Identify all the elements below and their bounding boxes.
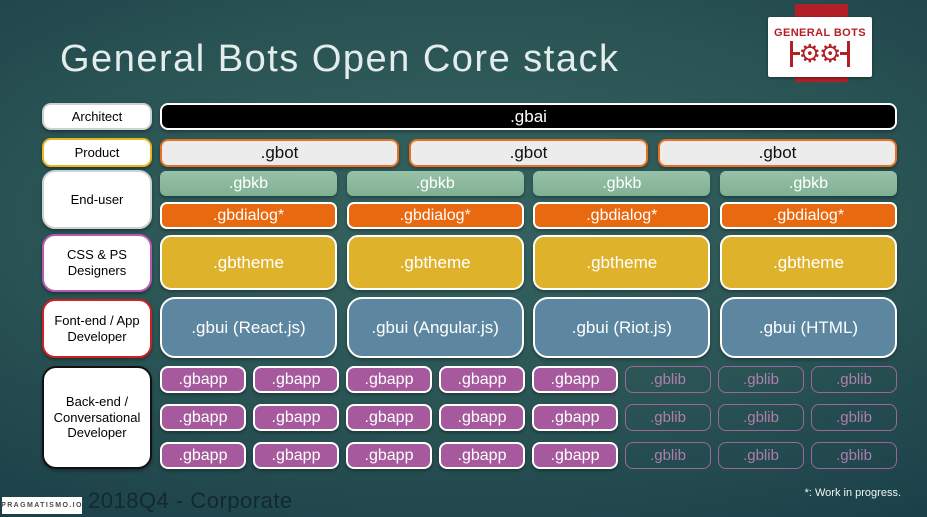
- gbapp-box: .gbapp: [160, 404, 246, 431]
- gbdialog-box: .gbdialog*: [160, 202, 337, 229]
- row-gbkb: .gbkb .gbkb .gbkb .gbkb: [160, 171, 897, 196]
- slide: General Bots Open Core stack GENERAL BOT…: [0, 0, 927, 517]
- gbapp-box: .gbapp: [532, 366, 618, 393]
- gbapp-box: .gbapp: [532, 442, 618, 469]
- gbapp-box: .gbapp: [346, 366, 432, 393]
- row-gbdialog: .gbdialog* .gbdialog* .gbdialog* .gbdial…: [160, 202, 897, 229]
- gbkb-box: .gbkb: [346, 171, 524, 196]
- label-frontend-app-developer: Font-end / App Developer: [42, 299, 152, 358]
- gbot-box: .gbot: [658, 139, 897, 167]
- row-gbapp-2: .gbapp .gbapp .gbapp .gbapp .gbapp .gbli…: [160, 404, 897, 431]
- row-gbapp-3: .gbapp .gbapp .gbapp .gbapp .gbapp .gbli…: [160, 442, 897, 469]
- gbui-riot-box: .gbui (Riot.js): [533, 297, 711, 358]
- gbui-angular-box: .gbui (Angular.js): [346, 297, 524, 358]
- label-product: Product: [42, 138, 152, 167]
- gear-icon: ⚙: [819, 38, 842, 68]
- footer-caption: 2018Q4 - Corporate: [88, 488, 293, 513]
- gears-icon: ⚙ ⚙: [789, 38, 851, 68]
- gbkb-box: .gbkb: [160, 171, 337, 196]
- gbkb-box: .gbkb: [719, 171, 897, 196]
- gbapp-box: .gbapp: [160, 366, 246, 393]
- row-gbui: .gbui (React.js) .gbui (Angular.js) .gbu…: [160, 297, 897, 358]
- gbapp-box: .gbapp: [253, 366, 339, 393]
- gblib-box: .gblib: [625, 366, 711, 393]
- gbai-box: .gbai: [160, 103, 897, 130]
- gbkb-box: .gbkb: [533, 171, 711, 196]
- gbtheme-box: .gbtheme: [346, 235, 524, 290]
- gbapp-box: .gbapp: [439, 442, 525, 469]
- gblib-box: .gblib: [718, 404, 804, 431]
- row-gbtheme: .gbtheme .gbtheme .gbtheme .gbtheme: [160, 235, 897, 290]
- label-backend-conversational-developer: Back-end / Conversational Developer: [42, 366, 152, 469]
- gbapp-box: .gbapp: [532, 404, 618, 431]
- gblib-box: .gblib: [718, 442, 804, 469]
- pragmatismo-logo: PRAGMATISMO.IO: [1, 497, 82, 514]
- gbdialog-box: .gbdialog*: [533, 202, 711, 229]
- gbapp-box: .gbapp: [346, 404, 432, 431]
- row-gbai: .gbai: [160, 103, 897, 130]
- gear-icon: ⚙: [798, 38, 821, 68]
- gbapp-box: .gbapp: [160, 442, 246, 469]
- gbapp-box: .gbapp: [253, 442, 339, 469]
- gblib-box: .gblib: [811, 442, 897, 469]
- gblib-box: .gblib: [811, 404, 897, 431]
- row-gbapp-1: .gbapp .gbapp .gbapp .gbapp .gbapp .gbli…: [160, 366, 897, 393]
- gbtheme-box: .gbtheme: [533, 235, 711, 290]
- gear-line-right: [840, 52, 848, 55]
- gbdialog-box: .gbdialog*: [719, 202, 897, 229]
- gbtheme-box: .gbtheme: [160, 235, 337, 290]
- gbtheme-box: .gbtheme: [719, 235, 897, 290]
- general-bots-logo: GENERAL BOTS ⚙ ⚙: [768, 17, 872, 77]
- logo-brand-text: GENERAL BOTS: [774, 26, 866, 39]
- gbdialog-box: .gbdialog*: [346, 202, 524, 229]
- gblib-box: .gblib: [625, 442, 711, 469]
- gbot-box: .gbot: [409, 139, 648, 167]
- gbot-box: .gbot: [160, 139, 399, 167]
- page-title: General Bots Open Core stack: [60, 38, 620, 80]
- gbapp-box: .gbapp: [346, 442, 432, 469]
- gblib-box: .gblib: [811, 366, 897, 393]
- label-architect: Architect: [42, 103, 152, 130]
- gear-bar-right: [847, 40, 851, 67]
- gbapp-box: .gbapp: [439, 404, 525, 431]
- gbapp-box: .gbapp: [253, 404, 339, 431]
- gblib-box: .gblib: [718, 366, 804, 393]
- gbapp-box: .gbapp: [439, 366, 525, 393]
- gbui-react-box: .gbui (React.js): [160, 297, 337, 358]
- label-end-user: End-user: [42, 170, 152, 229]
- row-gbot: .gbot .gbot .gbot: [160, 139, 897, 167]
- gblib-box: .gblib: [625, 404, 711, 431]
- work-in-progress-note: *: Work in progress.: [804, 487, 901, 499]
- label-css-ps-designers: CSS & PS Designers: [42, 234, 152, 292]
- gbui-html-box: .gbui (HTML): [719, 297, 897, 358]
